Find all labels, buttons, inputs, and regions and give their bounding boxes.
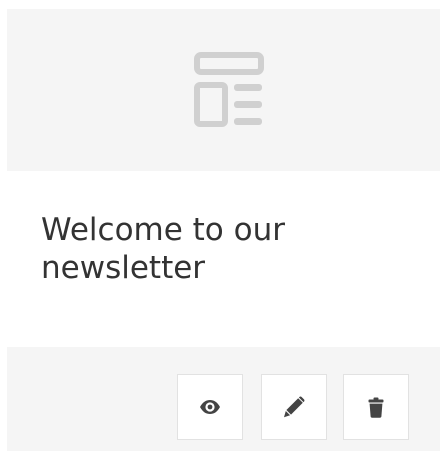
newsletter-card: Welcome to our newsletter	[7, 9, 440, 451]
card-thumbnail	[7, 9, 440, 171]
trash-icon	[368, 397, 384, 418]
delete-button[interactable]	[343, 374, 409, 440]
edit-button[interactable]	[261, 374, 327, 440]
pencil-icon	[284, 396, 305, 418]
newsletter-template-icon	[194, 52, 264, 127]
card-body: Welcome to our newsletter	[7, 171, 440, 347]
card-actions	[7, 347, 440, 451]
eye-icon	[200, 400, 220, 414]
card-title: Welcome to our newsletter	[41, 212, 285, 286]
preview-button[interactable]	[177, 374, 243, 440]
